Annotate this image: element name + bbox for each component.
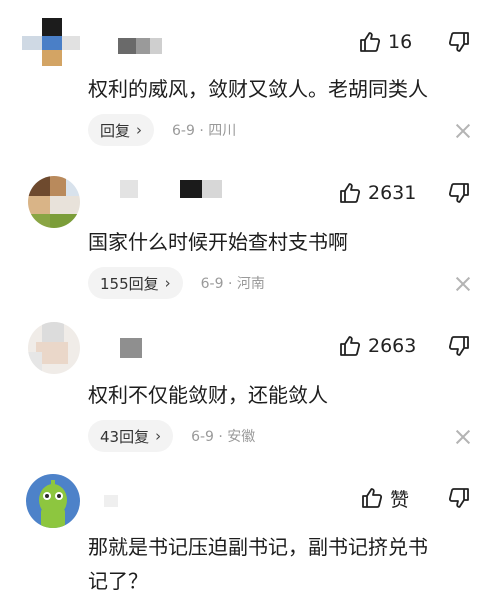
thumb-down-icon[interactable]: [447, 486, 471, 510]
username-blurred[interactable]: [104, 495, 118, 507]
comment-item: 赞 那就是书记压迫副书记，副书记挤兑书 记了？: [0, 0, 500, 596]
comment-text-line: 那就是书记压迫副书记，副书记挤兑书: [88, 535, 428, 559]
robot-avatar-icon: [39, 480, 67, 528]
avatar[interactable]: [26, 474, 80, 528]
comment-text: 那就是书记压迫副书记，副书记挤兑书 记了？: [88, 530, 488, 598]
comment-text-line: 记了？: [88, 569, 148, 593]
like-label: 赞: [390, 488, 410, 511]
thumb-up-icon: [362, 488, 383, 508]
like-button[interactable]: 赞: [360, 484, 409, 512]
